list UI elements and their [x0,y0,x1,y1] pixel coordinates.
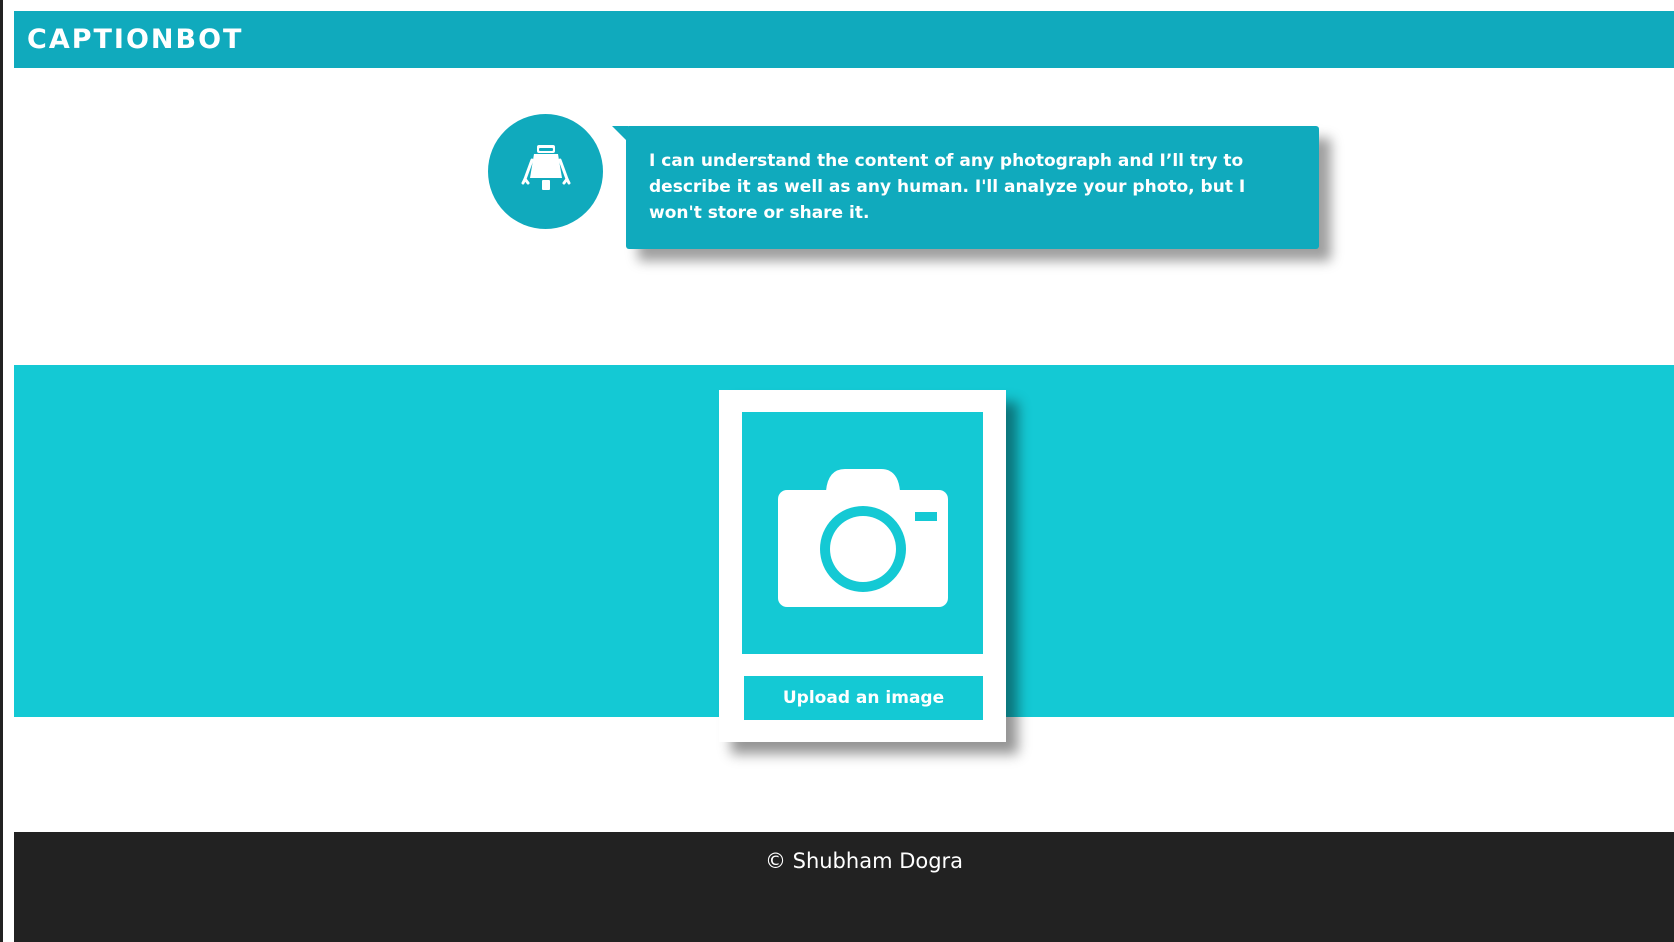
site-header: CAPTIONBOT [14,11,1674,68]
captionbot-page: CAPTIONBOT I can understand the content … [0,0,1674,942]
robot-icon [521,145,571,190]
upload-card: Upload an image [719,390,1006,742]
window-left-border [0,0,3,942]
upload-image-button[interactable]: Upload an image [744,676,983,720]
site-footer: © Shubham Dogra [14,832,1674,942]
bot-avatar [488,114,603,229]
image-preview[interactable] [742,412,983,654]
site-brand[interactable]: CAPTIONBOT [27,23,243,57]
camera-icon [778,469,948,607]
footer-copyright: © Shubham Dogra [764,849,964,873]
bot-message-bubble: I can understand the content of any phot… [626,126,1319,249]
